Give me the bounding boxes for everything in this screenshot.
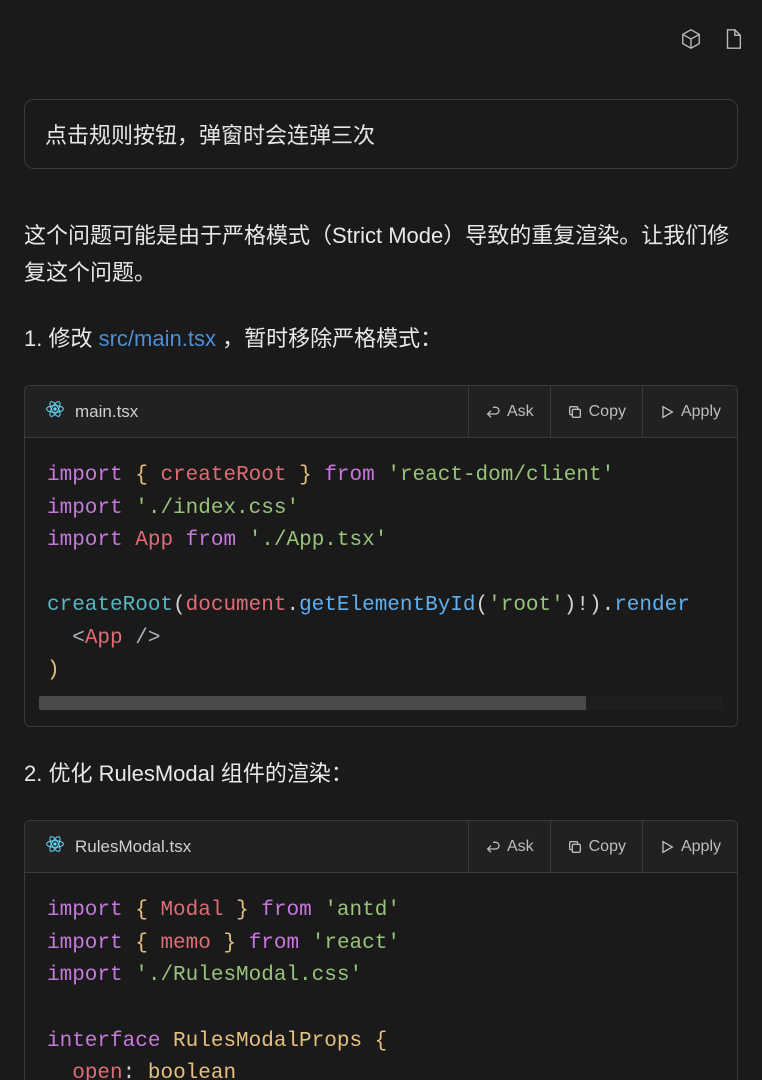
file-icon[interactable]	[722, 28, 744, 55]
chat-content: 点击规则按钮，弹窗时会连弹三次 这个问题可能是由于严格模式（Strict Mod…	[0, 99, 762, 1080]
apply-button[interactable]: Apply	[642, 821, 737, 872]
ask-button[interactable]: Ask	[468, 386, 550, 437]
file-reference: RulesModal	[99, 761, 215, 786]
code-block: RulesModal.tsx AskCopyApplyimport { Modal…	[24, 820, 738, 1080]
code-actions: AskCopyApply	[468, 386, 737, 437]
step-prefix: 优化	[48, 761, 98, 786]
step-item: 2. 优化 RulesModal 组件的渲染：	[24, 755, 738, 792]
code-filename: main.tsx	[75, 402, 138, 422]
react-icon	[45, 399, 65, 424]
top-icon-bar	[0, 0, 762, 55]
step-item: 1. 修改 src/main.tsx ，暂时移除严格模式：	[24, 320, 738, 357]
code-actions: AskCopyApply	[468, 821, 737, 872]
steps-container: 1. 修改 src/main.tsx ，暂时移除严格模式： main.tsx Ask…	[24, 320, 738, 1080]
step-suffix: ，暂时移除严格模式：	[216, 326, 442, 351]
code-filename: RulesModal.tsx	[75, 837, 191, 857]
code-body[interactable]: import { createRoot } from 'react-dom/cl…	[25, 438, 737, 726]
horizontal-scrollbar[interactable]	[39, 696, 723, 710]
cube-icon[interactable]	[680, 28, 702, 55]
code-body[interactable]: import { Modal } from 'antd' import { me…	[25, 873, 737, 1080]
code-block-header: RulesModal.tsx AskCopyApply	[25, 821, 737, 873]
step-suffix: 组件的渲染：	[215, 761, 353, 786]
copy-button[interactable]: Copy	[550, 821, 642, 872]
user-message-text: 点击规则按钮，弹窗时会连弹三次	[45, 123, 375, 148]
apply-button[interactable]: Apply	[642, 386, 737, 437]
assistant-response-intro: 这个问题可能是由于严格模式（Strict Mode）导致的重复渲染。让我们修复这…	[24, 217, 738, 292]
copy-button[interactable]: Copy	[550, 386, 642, 437]
code-block-header: main.tsx AskCopyApply	[25, 386, 737, 438]
step-number: 2.	[24, 761, 48, 786]
step-prefix: 修改	[48, 326, 98, 351]
ask-button[interactable]: Ask	[468, 821, 550, 872]
code-block: main.tsx AskCopyApplyimport { createRoot …	[24, 385, 738, 727]
react-icon	[45, 834, 65, 859]
user-message-box: 点击规则按钮，弹窗时会连弹三次	[24, 99, 738, 169]
file-reference[interactable]: src/main.tsx	[99, 326, 216, 351]
step-number: 1.	[24, 326, 48, 351]
